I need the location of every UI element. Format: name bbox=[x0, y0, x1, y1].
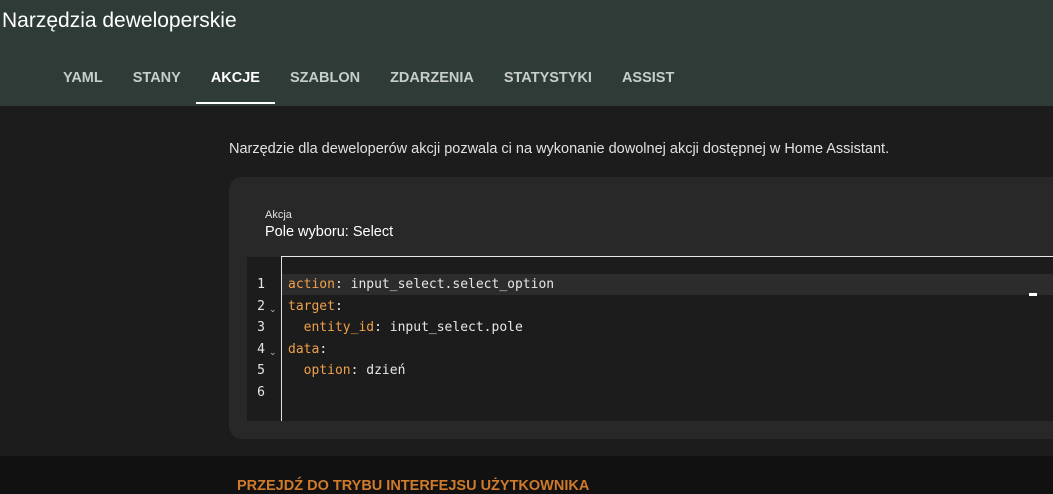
page-title: Narzędzia deweloperskie bbox=[2, 9, 237, 32]
code-line[interactable]: 4 ⌄ data: bbox=[247, 339, 1053, 360]
line-number: 6 bbox=[257, 384, 265, 400]
code-line[interactable]: 6 bbox=[247, 382, 1053, 403]
yaml-key: entity_id bbox=[303, 320, 375, 335]
page-description: Narzędzie dla deweloperów akcji pozwala … bbox=[229, 141, 890, 157]
yaml-colon: : bbox=[319, 341, 328, 357]
switch-to-ui-mode-link[interactable]: PRZEJDŹ DO TRYBU INTERFEJSU UŻYTKOWNIKA bbox=[237, 478, 589, 494]
tab-bar: YAML STANY AKCJE SZABLON ZDARZENIA STATY… bbox=[48, 58, 689, 106]
code-text: action: input_select.select_option bbox=[288, 274, 554, 295]
code-line[interactable]: 3 entity_id: input_select.pole bbox=[247, 317, 1053, 338]
yaml-value: input_select.pole bbox=[381, 320, 523, 335]
line-number: 3 bbox=[257, 320, 265, 335]
code-text: data: bbox=[288, 339, 327, 360]
code-line[interactable]: 2 ⌄ target: bbox=[247, 296, 1053, 317]
tab-assist[interactable]: ASSIST bbox=[607, 58, 689, 104]
text-cursor bbox=[1029, 293, 1037, 296]
line-number: 1 bbox=[257, 277, 265, 292]
app-header: Narzędzia deweloperskie YAML STANY AKCJE… bbox=[0, 0, 1053, 106]
main-content: Narzędzie dla deweloperów akcji pozwala … bbox=[0, 106, 1053, 456]
yaml-value: dzień bbox=[358, 363, 406, 378]
yaml-key: action bbox=[288, 277, 335, 292]
yaml-colon: : bbox=[374, 320, 382, 335]
line-number: 2 bbox=[257, 298, 265, 314]
code-line[interactable]: 1 action: input_select.select_option bbox=[247, 274, 1053, 295]
line-number: 4 bbox=[257, 341, 265, 357]
action-select[interactable]: Pole wyboru: Select bbox=[265, 224, 393, 240]
code-line[interactable]: 5 option: dzień bbox=[247, 360, 1053, 381]
yaml-key: option bbox=[303, 363, 351, 378]
tab-statistics[interactable]: STATYSTYKI bbox=[489, 58, 607, 104]
yaml-colon: : bbox=[334, 277, 343, 292]
yaml-colon: : bbox=[334, 298, 343, 314]
action-field-label: Akcja bbox=[265, 209, 292, 221]
footer-bar: PRZEJDŹ DO TRYBU INTERFEJSU UŻYTKOWNIKA bbox=[0, 456, 1053, 494]
code-text: option: dzień bbox=[288, 360, 406, 381]
line-number: 5 bbox=[257, 363, 265, 378]
yaml-key: target bbox=[288, 298, 335, 314]
yaml-key: data bbox=[288, 341, 320, 357]
tab-yaml[interactable]: YAML bbox=[48, 58, 118, 104]
yaml-code-editor[interactable]: 1 action: input_select.select_option 2 ⌄ tar… bbox=[247, 257, 1053, 421]
yaml-value: input_select.select_option bbox=[342, 277, 555, 292]
code-text: entity_id: input_select.pole bbox=[288, 317, 523, 338]
tab-states[interactable]: STANY bbox=[118, 58, 196, 104]
tab-actions[interactable]: AKCJE bbox=[195, 58, 276, 104]
action-card: Akcja Pole wyboru: Select 1 action: input… bbox=[229, 177, 1053, 439]
tab-template[interactable]: SZABLON bbox=[275, 58, 375, 104]
code-text: target: bbox=[288, 296, 343, 317]
tab-events[interactable]: ZDARZENIA bbox=[375, 58, 489, 104]
